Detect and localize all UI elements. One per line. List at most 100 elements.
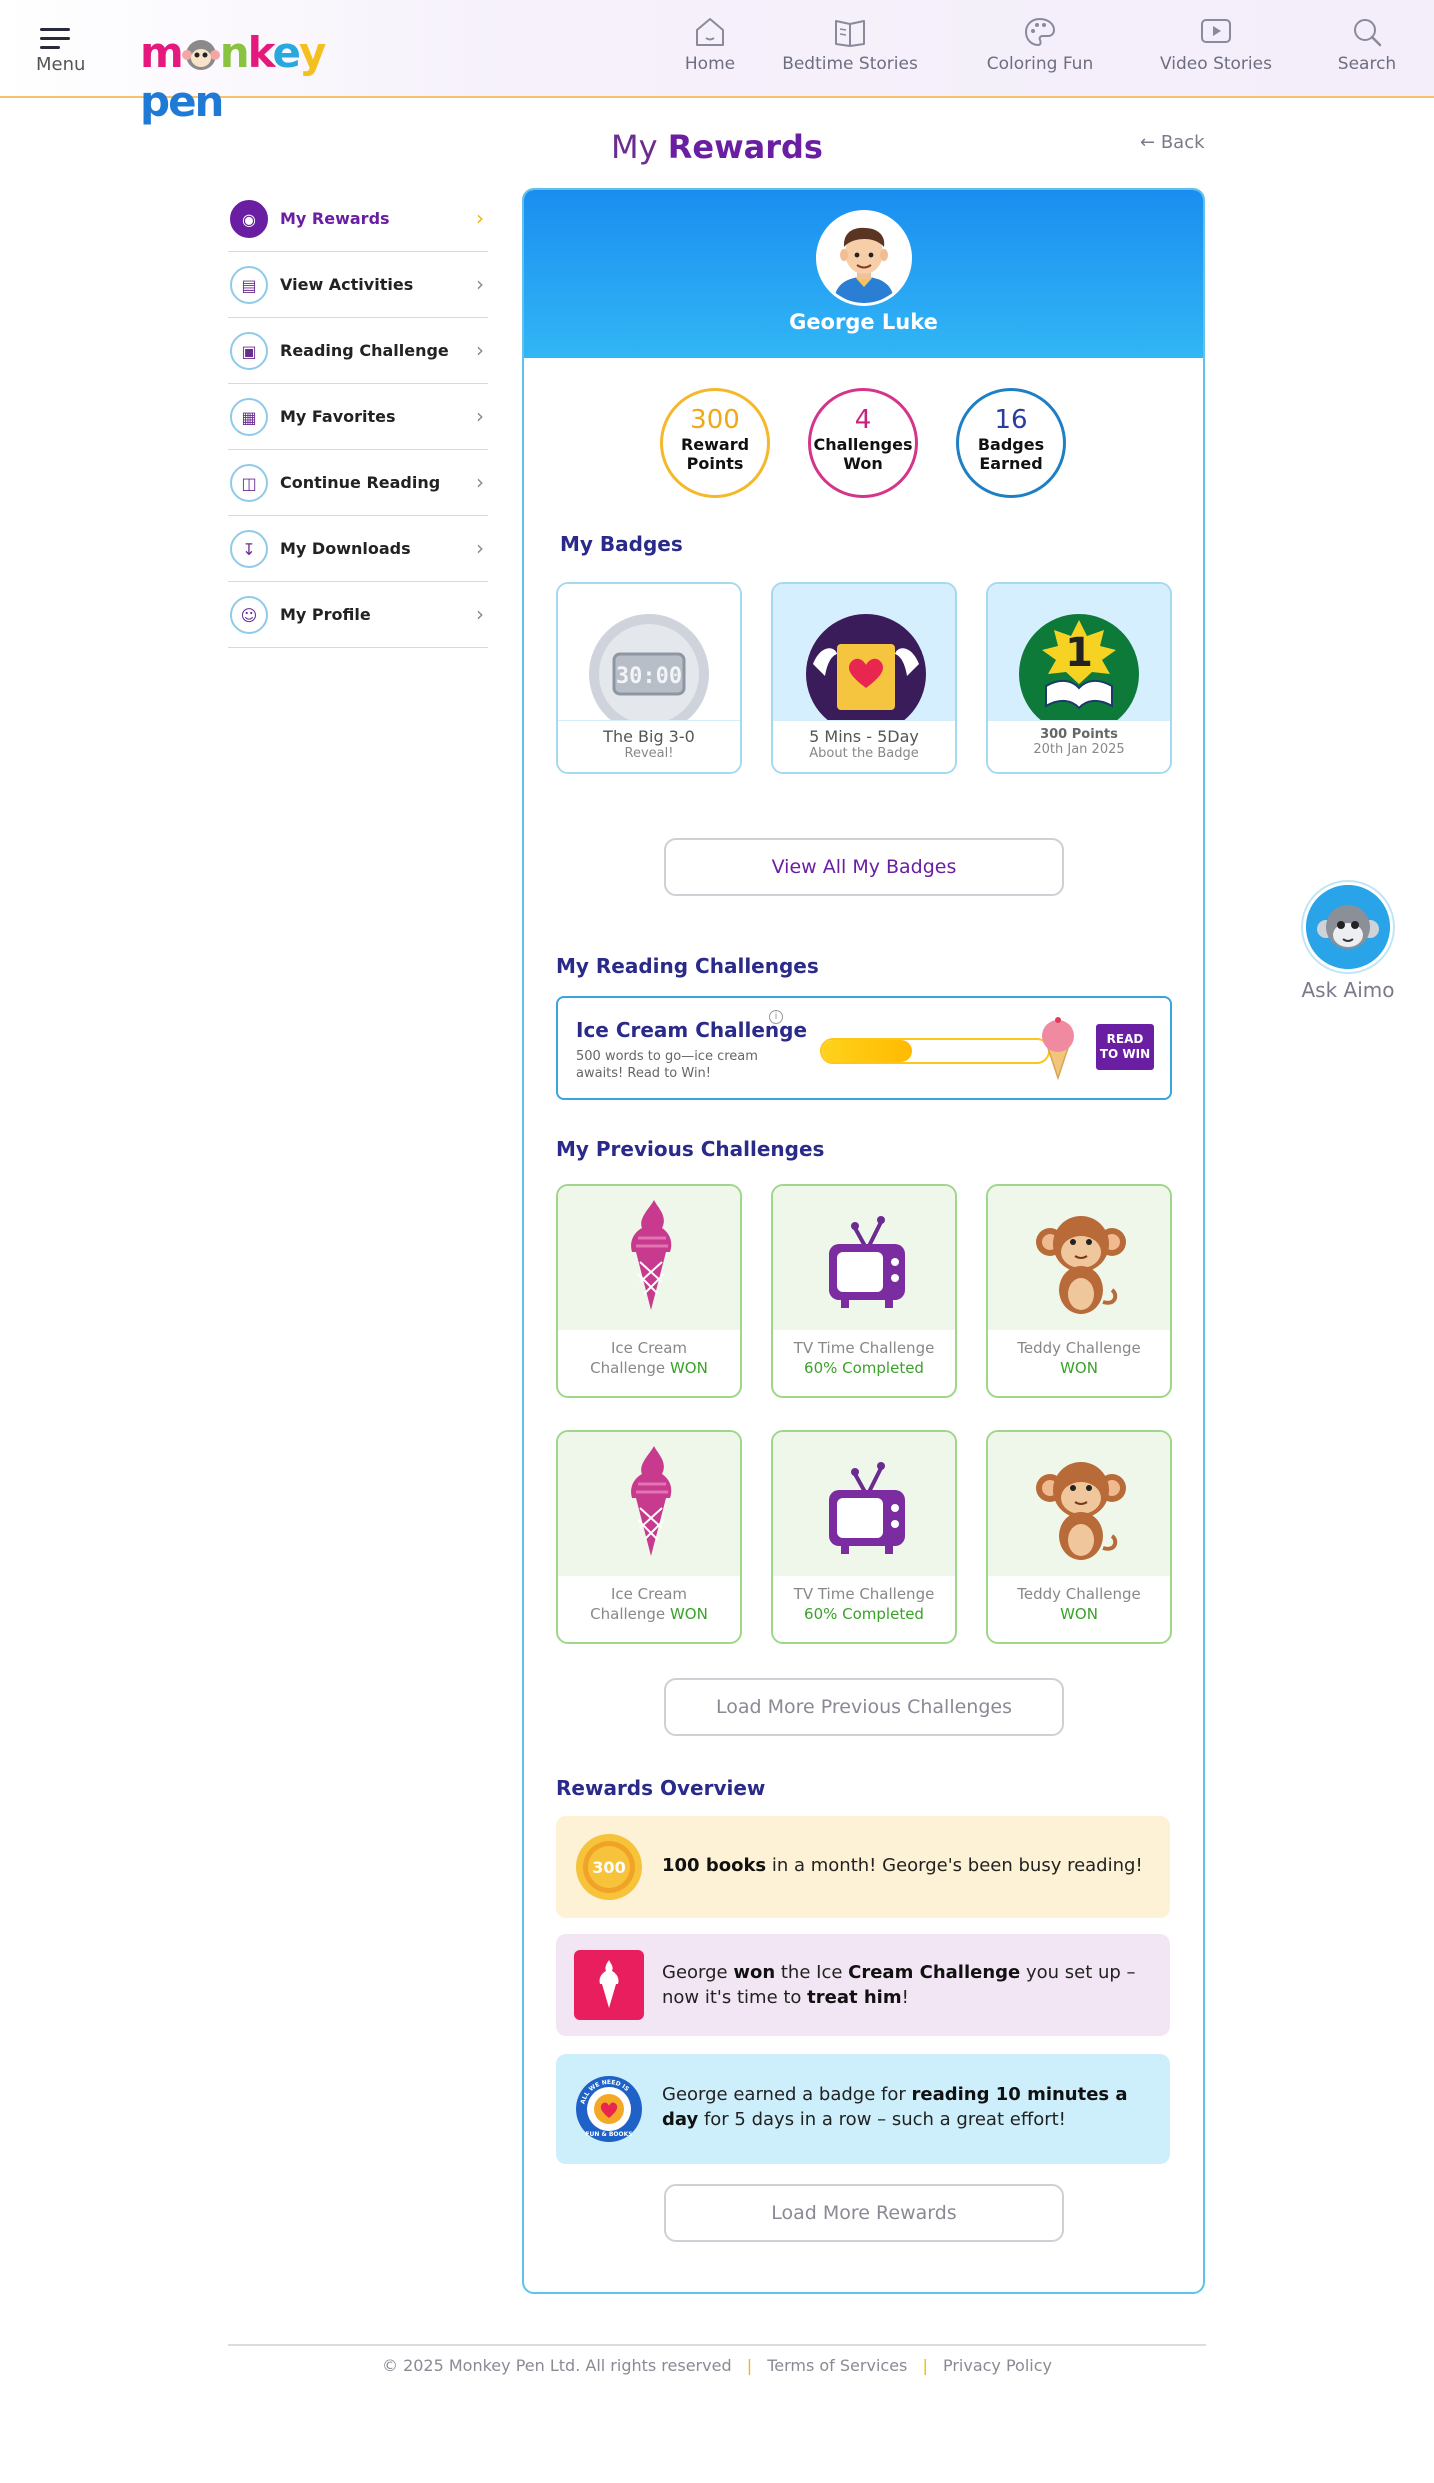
user-icon: ☺ [230, 596, 268, 634]
fun-and-books-seal-icon: ALL WE NEED IS FUN & BOOKS [574, 2074, 644, 2144]
progress-label: 40% [919, 1044, 951, 1059]
ice-cream-icon [631, 1446, 672, 1556]
reading-challenge-card[interactable]: Ice Cream Challenge i 500 words to go—ic… [556, 996, 1172, 1100]
profile-name: George Luke [789, 310, 938, 334]
view-all-badges-button[interactable]: View All My Badges [664, 838, 1064, 896]
chevron-right-icon: › [476, 272, 484, 296]
challenge-status: WON [1060, 1359, 1098, 1377]
chevron-right-icon: › [476, 404, 484, 428]
monkey-face-icon [181, 34, 220, 72]
read-to-win-button[interactable]: READ TO WIN [1096, 1024, 1154, 1070]
badge-card[interactable]: 5 Mins - 5Day About the Badge [771, 582, 957, 774]
ice-cream-cone-icon [1042, 1017, 1074, 1080]
book-icon [835, 20, 865, 47]
nav-label: Video Stories [1160, 54, 1272, 74]
back-link[interactable]: ← Back [1140, 132, 1205, 153]
challenge-status: 60% Completed [804, 1359, 924, 1377]
load-more-challenges-button[interactable]: Load More Previous Challenges [664, 1678, 1064, 1736]
badge-title: 300 Points [1040, 727, 1118, 742]
badge-card[interactable]: 1 300 Points 20th Jan 2025 [986, 582, 1172, 774]
sidebar-item-label: View Activities [280, 275, 414, 294]
stat-reward-points: 300 Reward Points [660, 388, 770, 498]
svg-text:30:00: 30:00 [616, 664, 682, 689]
previous-challenge-card[interactable]: Ice Cream Challenge WON [556, 1430, 742, 1644]
section-title-reading-challenges: My Reading Challenges [556, 954, 819, 978]
terms-link[interactable]: Terms of Services [767, 2356, 907, 2375]
nav-coloring-fun[interactable]: Coloring Fun [980, 16, 1100, 86]
badge-card[interactable]: 30:00 The Big 3-0 Reveal! [556, 582, 742, 774]
previous-challenge-card[interactable]: Teddy Challenge WON [986, 1184, 1172, 1398]
search-icon [1354, 19, 1382, 47]
chevron-right-icon: › [476, 338, 484, 362]
svg-text:300: 300 [592, 1858, 625, 1877]
document-icon: ▤ [230, 266, 268, 304]
menu-label: Menu [36, 54, 86, 75]
ask-aimo-button[interactable]: Ask Aimo [1298, 882, 1398, 1002]
winged-book-heart-badge-icon [806, 614, 926, 734]
reward-item: George won the Ice Cream Challenge you s… [556, 1934, 1170, 2036]
footer-divider [228, 2344, 1206, 2346]
badge-title: The Big 3-0 [603, 727, 695, 746]
gift-icon: ▣ [230, 332, 268, 370]
reward-item: ALL WE NEED IS FUN & BOOKS George earned… [556, 2054, 1170, 2164]
tv-icon [829, 1216, 905, 1308]
sidebar-item-label: My Downloads [280, 539, 411, 558]
sidebar-item-continue-reading[interactable]: ◫ Continue Reading › [228, 450, 488, 516]
copyright: © 2025 Monkey Pen Ltd. All rights reserv… [381, 2356, 732, 2375]
sidebar-item-reading-challenge[interactable]: ▣ Reading Challenge › [228, 318, 488, 384]
stat-challenges-won: 4 Challenges Won [808, 388, 918, 498]
avatar[interactable] [816, 210, 912, 306]
svg-text:FUN & BOOKS: FUN & BOOKS [585, 2131, 632, 2138]
badge-subtitle: 20th Jan 2025 [1033, 742, 1125, 757]
nav-label: Coloring Fun [986, 54, 1094, 74]
challenge-status: WON [669, 1605, 708, 1623]
footer: © 2025 Monkey Pen Ltd. All rights reserv… [381, 2356, 1052, 2375]
reward-item: 300 100 books in a month! George's been … [556, 1816, 1170, 1918]
monkey-teddy-icon [1036, 1216, 1126, 1314]
sidebar-item-my-profile[interactable]: ☺ My Profile › [228, 582, 488, 648]
nav-home[interactable]: Home [660, 16, 760, 86]
badge-subtitle: About the Badge [809, 746, 919, 761]
challenge-status: WON [1060, 1605, 1098, 1623]
top-bar: Menu m nkey pen Home Bedtime Stories Colo… [0, 0, 1434, 126]
challenge-status: 60% Completed [804, 1605, 924, 1623]
clock-30-badge-icon: 30:00 [589, 614, 709, 734]
previous-challenge-card[interactable]: Ice Cream Challenge WON [556, 1184, 742, 1398]
chevron-right-icon: › [476, 206, 484, 230]
svg-text:1: 1 [1065, 630, 1093, 676]
play-icon [1201, 19, 1231, 43]
eye-icon: ◉ [230, 200, 268, 238]
privacy-link[interactable]: Privacy Policy [943, 2356, 1052, 2375]
info-icon[interactable]: i [769, 1010, 783, 1024]
section-title-rewards-overview: Rewards Overview [556, 1776, 766, 1800]
previous-challenge-card[interactable]: TV Time Challenge 60% Completed [771, 1184, 957, 1398]
challenge-progress-bar: 40% [820, 1038, 1050, 1064]
ask-aimo-label: Ask Aimo [1301, 978, 1395, 1002]
badge-title: 5 Mins - 5Day [809, 727, 919, 746]
monkey-pen-logo[interactable]: m nkey pen [140, 22, 350, 126]
challenge-status: WON [669, 1359, 708, 1377]
nav-bedtime-stories[interactable]: Bedtime Stories [780, 16, 920, 86]
sidebar-item-view-activities[interactable]: ▤ View Activities › [228, 252, 488, 318]
ice-cream-icon [631, 1200, 672, 1310]
chevron-right-icon: › [476, 602, 484, 626]
tv-icon [829, 1462, 905, 1554]
sidebar-item-my-downloads[interactable]: ↧ My Downloads › [228, 516, 488, 582]
sidebar-item-my-favorites[interactable]: ▦ My Favorites › [228, 384, 488, 450]
sidebar-item-label: My Favorites [280, 407, 396, 426]
badge-subtitle: Reveal! [624, 746, 674, 761]
section-title-my-badges: My Badges [560, 532, 683, 556]
rewards-panel: George Luke 300 Reward Points 4 Challeng… [522, 188, 1205, 2294]
sidebar-item-label: Continue Reading [280, 473, 441, 492]
challenge-description: 500 words to go—ice cream awaits! Read t… [576, 1049, 758, 1081]
load-more-rewards-button[interactable]: Load More Rewards [664, 2184, 1064, 2242]
hamburger-icon [40, 28, 70, 55]
profile-header: George Luke [524, 190, 1203, 358]
previous-challenge-card[interactable]: Teddy Challenge WON [986, 1430, 1172, 1644]
nav-video-stories[interactable]: Video Stories [1156, 16, 1276, 86]
previous-challenge-card[interactable]: TV Time Challenge 60% Completed [771, 1430, 957, 1644]
sidebar-item-my-rewards[interactable]: ◉ My Rewards › [228, 186, 488, 252]
nav-search[interactable]: Search [1320, 16, 1414, 86]
menu-button[interactable]: Menu [36, 24, 92, 80]
calendar-icon: ▦ [230, 398, 268, 436]
